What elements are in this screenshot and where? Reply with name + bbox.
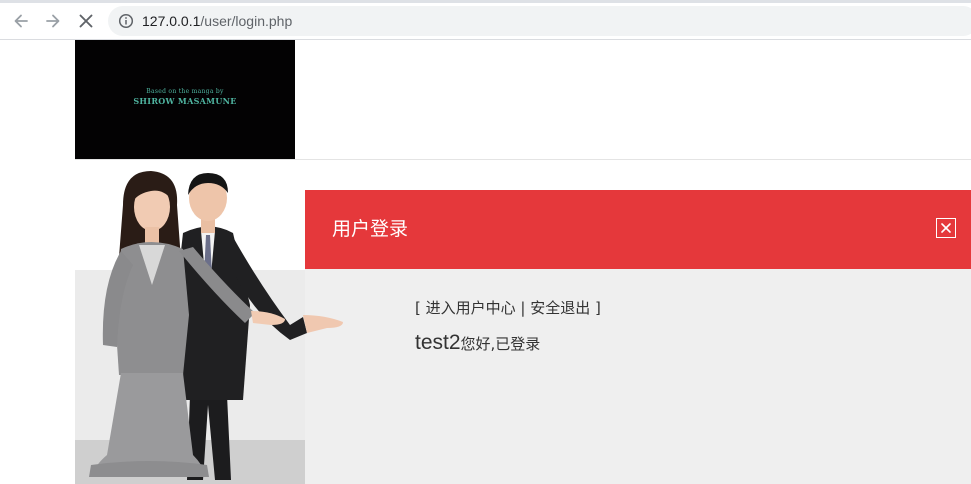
close-icon xyxy=(941,223,951,233)
user-links: [ 进入用户中心 | 安全退出 ] xyxy=(415,298,601,318)
banner-image: Based on the manga by SHIROW MASAMUNE xyxy=(75,40,295,159)
url-path: /user/login.php xyxy=(200,13,293,29)
forward-button[interactable] xyxy=(40,8,66,34)
close-icon xyxy=(79,14,93,28)
back-button[interactable] xyxy=(8,8,34,34)
browser-toolbar: 127.0.0.1/user/login.php xyxy=(0,0,971,40)
link-separator: | xyxy=(515,299,531,317)
info-icon[interactable] xyxy=(118,13,134,29)
banner-caption-line2: SHIROW MASAMUNE xyxy=(133,96,237,106)
woman-figure xyxy=(89,171,285,477)
close-bracket: ] xyxy=(590,299,601,317)
banner-caption-line1: Based on the manga by xyxy=(146,88,224,95)
banner-caption: Based on the manga by SHIROW MASAMUNE xyxy=(75,88,295,106)
login-panel-header: 用户登录 xyxy=(305,190,971,269)
open-bracket: [ xyxy=(415,299,426,317)
login-panel: 用户登录 [ 进入用户中心 | 安全退出 ] test2您好,已登录 xyxy=(305,190,971,484)
url-host: 127.0.0.1 xyxy=(142,13,201,29)
user-center-link[interactable]: 进入用户中心 xyxy=(426,299,516,317)
header-divider xyxy=(75,159,971,160)
stop-loading-button[interactable] xyxy=(73,8,99,34)
welcome-line: test2您好,已登录 xyxy=(415,330,540,357)
url-text[interactable]: 127.0.0.1/user/login.php xyxy=(142,12,292,30)
welcome-message: 您好,已登录 xyxy=(460,335,541,353)
arrow-right-icon xyxy=(46,14,60,28)
tab-strip-edge xyxy=(0,0,971,3)
man-figure xyxy=(175,173,343,480)
close-button[interactable] xyxy=(936,218,956,238)
username: test2 xyxy=(415,331,461,354)
address-bar[interactable]: 127.0.0.1/user/login.php xyxy=(108,6,971,36)
arrow-left-icon xyxy=(14,14,28,28)
logout-link[interactable]: 安全退出 xyxy=(530,299,590,317)
business-people-illustration xyxy=(89,171,343,480)
